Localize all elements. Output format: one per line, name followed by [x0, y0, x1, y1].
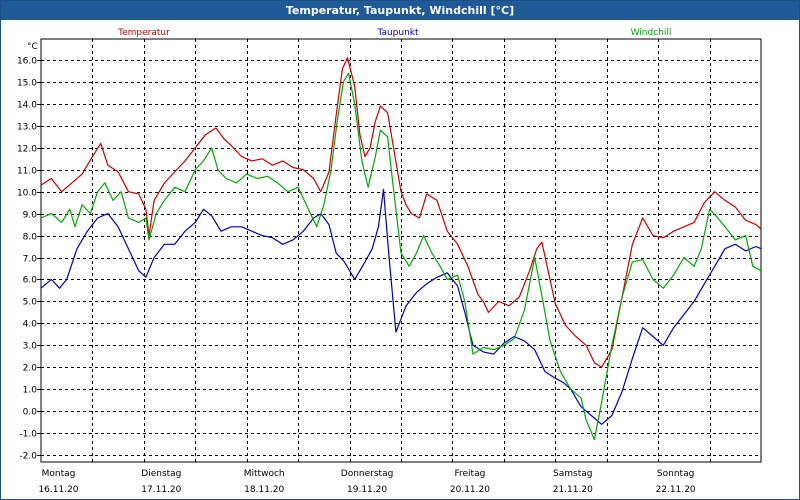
chart-window: Temperatur, Taupunkt, Windchill [°C] -2.… [0, 0, 800, 500]
y-tick-label: -1.0 [19, 430, 37, 440]
line-chart: -2.0 -1.0 0.0 1.0 2.0 3.0 4.0 5.0 6.0 7.0 8.0 9.0 10… [17, 28, 762, 495]
y-tick-label: 13.0 [17, 123, 37, 133]
x-date-label: 17.11.20 [141, 485, 181, 495]
legend-taupunkt: Taupunkt [376, 28, 419, 38]
y-tick-label: 3.0 [23, 342, 38, 352]
x-weekday-label: Donnerstag [341, 469, 394, 479]
y-tick-label: 2.0 [23, 364, 38, 374]
y-tick-label: 7.0 [23, 255, 38, 265]
y-tick-label: 12.0 [17, 145, 37, 155]
y-axis-unit: °C [27, 42, 38, 52]
y-tick-label: 10.0 [17, 189, 37, 199]
x-weekday-label: Montag [42, 469, 76, 479]
y-tick-label: 9.0 [23, 211, 38, 221]
y-tick-label: 8.0 [23, 233, 38, 243]
y-tick-label: 1.0 [23, 386, 38, 396]
x-date-label: 21.11.20 [553, 485, 593, 495]
y-tick-label: 14.0 [17, 101, 37, 111]
y-tick-label: 6.0 [23, 276, 38, 286]
y-tick-label: 15.0 [17, 79, 37, 89]
x-date-label: 19.11.20 [347, 485, 387, 495]
x-date-label: 16.11.20 [38, 485, 78, 495]
x-weekday-label: Mittwoch [244, 469, 285, 479]
x-weekday-label: Samstag [553, 469, 592, 479]
legend-temperatur: Temperatur [117, 28, 170, 38]
x-date-label: 20.11.20 [450, 485, 490, 495]
axes [37, 38, 762, 463]
x-weekday-label: Freitag [455, 469, 486, 479]
y-tick-label: -2.0 [19, 452, 37, 462]
y-tick-label: 11.0 [17, 167, 37, 177]
x-weekday-label: Dienstag [141, 469, 181, 479]
x-date-label: 18.11.20 [244, 485, 284, 495]
y-tick-label: 16.0 [17, 57, 37, 67]
y-tick-label: 0.0 [23, 408, 38, 418]
x-date-label: 22.11.20 [656, 485, 696, 495]
x-weekday-label: Sonntag [657, 469, 694, 479]
y-tick-label: 4.0 [23, 320, 38, 330]
y-tick-label: 5.0 [23, 298, 38, 308]
legend-windchill: Windchill [631, 28, 672, 38]
